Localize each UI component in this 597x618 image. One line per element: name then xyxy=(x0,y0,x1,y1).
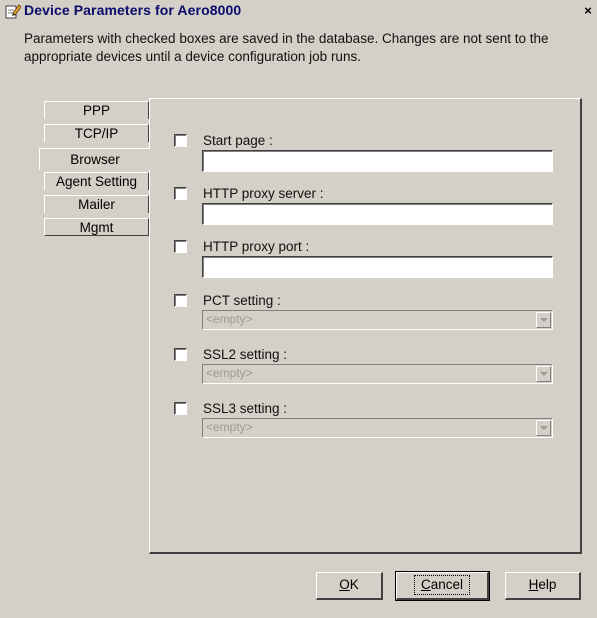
ssl2-setting-select[interactable]: <empty> xyxy=(202,364,553,384)
tab-mailer[interactable]: Mailer xyxy=(44,195,149,213)
ssl2-setting-checkbox[interactable] xyxy=(174,348,187,361)
ssl3-setting-label: SSL3 setting : xyxy=(203,401,288,416)
start-page-input[interactable] xyxy=(202,150,553,172)
http-proxy-server-checkbox[interactable] xyxy=(174,187,187,200)
start-page-checkbox[interactable] xyxy=(174,134,187,147)
http-proxy-server-label: HTTP proxy server : xyxy=(203,186,324,201)
tab-ppp[interactable]: PPP xyxy=(44,101,149,119)
device-parameters-dialog: Device Parameters for Aero8000 × Paramet… xyxy=(0,0,597,618)
ssl3-setting-checkbox[interactable] xyxy=(174,402,187,415)
http-proxy-port-input[interactable] xyxy=(202,256,553,278)
description-text: Parameters with checked boxes are saved … xyxy=(24,31,549,64)
http-proxy-port-row: HTTP proxy port : xyxy=(150,238,580,288)
http-proxy-server-input[interactable] xyxy=(202,203,553,225)
ok-label: K xyxy=(349,577,359,592)
ssl2-setting-value: <empty> xyxy=(206,366,253,380)
help-label: elp xyxy=(538,577,557,592)
pct-setting-row: PCT setting : <empty> xyxy=(150,292,580,342)
help-mnemonic: H xyxy=(528,577,539,592)
chevron-down-icon[interactable] xyxy=(536,366,551,382)
chevron-down-icon[interactable] xyxy=(536,312,551,328)
cancel-label: ancel xyxy=(430,577,464,592)
http-proxy-server-row: HTTP proxy server : xyxy=(150,185,580,235)
tab-mgmt[interactable]: Mgmt xyxy=(44,218,149,236)
ssl2-setting-label: SSL2 setting : xyxy=(203,347,288,362)
ssl3-setting-row: SSL3 setting : <empty> xyxy=(150,400,580,450)
ssl2-setting-row: SSL2 setting : <empty> xyxy=(150,346,580,396)
pct-setting-checkbox[interactable] xyxy=(174,294,187,307)
pct-setting-select[interactable]: <empty> xyxy=(202,310,553,330)
help-button[interactable]: Help xyxy=(505,572,581,600)
title-bar[interactable]: Device Parameters for Aero8000 × xyxy=(0,0,597,22)
start-page-row: Start page : xyxy=(150,132,580,182)
ok-mnemonic: O xyxy=(339,577,350,592)
pct-setting-value: <empty> xyxy=(206,312,253,326)
http-proxy-port-label: HTTP proxy port : xyxy=(203,239,310,254)
window-title: Device Parameters for Aero8000 xyxy=(24,2,242,18)
tab-browser[interactable]: Browser xyxy=(39,148,150,170)
tab-tcpip[interactable]: TCP/IP xyxy=(44,124,149,142)
cancel-button[interactable]: Cancel xyxy=(395,571,490,601)
cancel-mnemonic: C xyxy=(420,577,431,592)
close-icon[interactable]: × xyxy=(581,4,595,18)
http-proxy-port-checkbox[interactable] xyxy=(174,240,187,253)
browser-settings-panel: Start page : HTTP proxy server : HTTP pr… xyxy=(149,98,582,554)
ok-button[interactable]: OK xyxy=(316,572,383,600)
pct-setting-label: PCT setting : xyxy=(203,293,281,308)
cancel-focus-ring: Cancel xyxy=(413,575,471,595)
chevron-down-icon[interactable] xyxy=(536,420,551,436)
start-page-label: Start page : xyxy=(203,133,273,148)
edit-pen-icon xyxy=(5,3,22,19)
ssl3-setting-select[interactable]: <empty> xyxy=(202,418,553,438)
tab-agent-setting[interactable]: Agent Setting xyxy=(44,172,149,190)
ssl3-setting-value: <empty> xyxy=(206,420,253,434)
